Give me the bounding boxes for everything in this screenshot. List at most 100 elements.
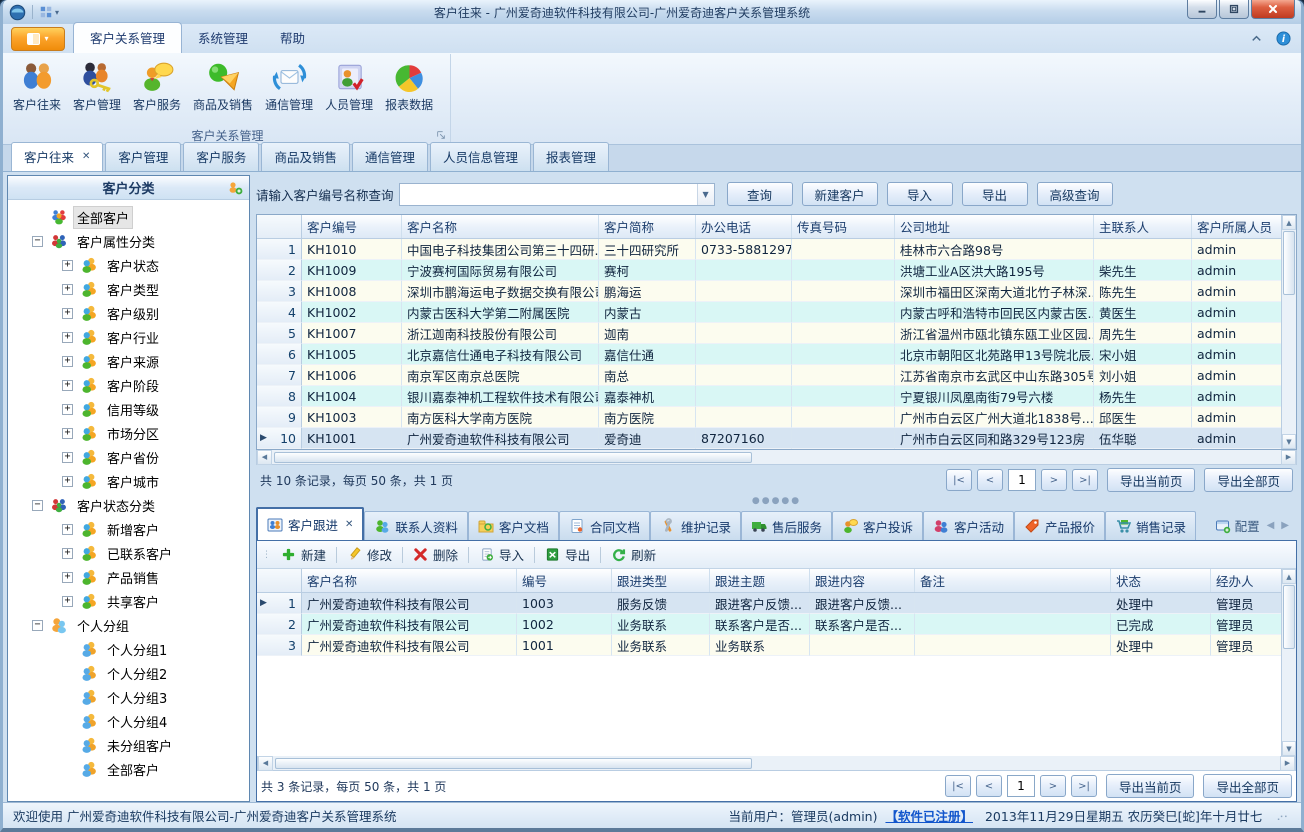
scroll-down-icon[interactable]: ▼ <box>1282 434 1296 449</box>
table-row[interactable]: ▶10KH1001广州爱奇迪软件科技有限公司爱奇迪87207160广州市白云区同… <box>257 428 1281 449</box>
tree-item-18[interactable]: 个人分组1 <box>8 637 249 661</box>
maximize-button[interactable] <box>1219 0 1249 19</box>
vertical-scrollbar[interactable]: ▲ ▼ <box>1281 215 1296 449</box>
table-row[interactable]: 6KH1005北京嘉信仕通电子科技有限公司嘉信仕通北京市朝阳区北苑路甲13号院北… <box>257 344 1281 365</box>
customer-search-combo[interactable]: ▼ <box>399 183 715 206</box>
minimize-button[interactable] <box>1187 0 1217 19</box>
scrollbar-thumb[interactable] <box>275 758 752 769</box>
scroll-up-icon[interactable]: ▲ <box>1282 215 1296 230</box>
horizontal-scrollbar[interactable]: ◀ ▶ <box>257 756 1296 771</box>
sidebar-config-icon[interactable] <box>228 180 244 196</box>
toolbar-button-0[interactable]: 新建 <box>274 543 333 566</box>
tree-item-20[interactable]: 个人分组3 <box>8 685 249 709</box>
first-page-button[interactable]: |< <box>946 469 972 491</box>
splitter-handle[interactable]: ●●●●● <box>256 495 1297 507</box>
expander-plus-icon[interactable]: + <box>62 308 73 319</box>
expander-plus-icon[interactable]: + <box>62 572 73 583</box>
detail-tab-5[interactable]: 售后服务 <box>741 511 832 540</box>
tree-item-17[interactable]: −个人分组 <box>8 613 249 637</box>
export-current-page-button[interactable]: 导出当前页 <box>1107 468 1196 492</box>
tree-item-14[interactable]: +已联系客户 <box>8 541 249 565</box>
ribbon-tab-1[interactable]: 系统管理 <box>182 23 264 53</box>
collapse-ribbon-icon[interactable] <box>1249 31 1264 46</box>
ribbon-button-0[interactable]: 客户往来 <box>7 58 67 115</box>
tree-item-21[interactable]: 个人分组4 <box>8 709 249 733</box>
tree-item-1[interactable]: −客户属性分类 <box>8 229 249 253</box>
expander-plus-icon[interactable]: + <box>62 260 73 271</box>
vertical-scrollbar[interactable]: ▲ ▼ <box>1281 569 1296 756</box>
last-page-button[interactable]: >| <box>1071 775 1097 797</box>
tree-item-4[interactable]: +客户级别 <box>8 301 249 325</box>
first-page-button[interactable]: |< <box>945 775 971 797</box>
detail-tab-1[interactable]: 联系人资料 <box>364 511 468 540</box>
ribbon-button-1[interactable]: 客户管理 <box>67 58 127 115</box>
ribbon-button-5[interactable]: 人员管理 <box>319 58 379 115</box>
table-row[interactable]: 3广州爱奇迪软件科技有限公司1001业务联系业务联系处理中管理员 <box>257 635 1281 656</box>
tree-item-16[interactable]: +共享客户 <box>8 589 249 613</box>
tree-item-11[interactable]: +客户城市 <box>8 469 249 493</box>
prev-page-button[interactable]: < <box>976 775 1002 797</box>
detail-tab-4[interactable]: 维护记录 <box>650 511 741 540</box>
detail-tab-8[interactable]: 产品报价 <box>1014 511 1105 540</box>
table-row[interactable]: 3KH1008深圳市鹏海运电子数据交换有限公司鹏海运深圳市福田区深南大道北竹子林… <box>257 281 1281 302</box>
customer-search-input[interactable] <box>400 184 697 205</box>
table-row[interactable]: 8KH1004银川嘉泰神机工程软件技术有限公司嘉泰神机宁夏银川凤凰南街79号六楼… <box>257 386 1281 407</box>
expander-plus-icon[interactable]: + <box>62 332 73 343</box>
help-icon[interactable]: i <box>1276 31 1291 46</box>
resize-grip[interactable]: ⡠⠄ <box>1276 810 1291 821</box>
detail-tab-0[interactable]: 客户跟进✕ <box>256 507 364 540</box>
tree-item-6[interactable]: +客户来源 <box>8 349 249 373</box>
tree-item-5[interactable]: +客户行业 <box>8 325 249 349</box>
action-button-0[interactable]: 查询 <box>727 182 793 206</box>
last-page-button[interactable]: >| <box>1072 469 1098 491</box>
ribbon-button-4[interactable]: 通信管理 <box>259 58 319 115</box>
table-row[interactable]: 9KH1003南方医科大学南方医院南方医院广州市白云区广州大道北1838号...… <box>257 407 1281 428</box>
toolbar-button-3[interactable]: 导入 <box>472 543 531 566</box>
expander-plus-icon[interactable]: + <box>62 476 73 487</box>
table-row[interactable]: 7KH1006南京军区南京总医院南总江苏省南京市玄武区中山东路305号刘小姐ad… <box>257 365 1281 386</box>
export-all-pages-button[interactable]: 导出全部页 <box>1204 468 1293 492</box>
toolbar-button-1[interactable]: 修改 <box>340 543 399 566</box>
tree-item-2[interactable]: +客户状态 <box>8 253 249 277</box>
doc-tab-2[interactable]: 客户服务 <box>183 142 259 171</box>
next-page-button[interactable]: > <box>1041 469 1067 491</box>
expander-minus-icon[interactable]: − <box>32 236 43 247</box>
app-menu-button[interactable]: ▾ <box>11 27 65 51</box>
detail-tab-6[interactable]: 客户投诉 <box>832 511 923 540</box>
ribbon-button-3[interactable]: 商品及销售 <box>187 58 259 115</box>
scroll-right-icon[interactable]: ▶ <box>1280 756 1295 771</box>
action-button-3[interactable]: 导出 <box>962 182 1028 206</box>
tab-scroll-right-icon[interactable]: ▶ <box>1281 520 1289 531</box>
dialog-launcher-icon[interactable] <box>436 130 446 140</box>
doc-tab-0[interactable]: 客户往来✕ <box>11 142 103 171</box>
close-tab-icon[interactable]: ✕ <box>345 519 353 530</box>
doc-tab-6[interactable]: 报表管理 <box>533 142 609 171</box>
detail-tab-3[interactable]: 合同文档 <box>559 511 650 540</box>
toolbar-button-4[interactable]: 导出 <box>538 543 597 566</box>
detail-tab-7[interactable]: 客户活动 <box>923 511 1014 540</box>
tree-item-15[interactable]: +产品销售 <box>8 565 249 589</box>
table-row[interactable]: 2广州爱奇迪软件科技有限公司1002业务联系联系客户是否...联系客户是否...… <box>257 614 1281 635</box>
doc-tab-5[interactable]: 人员信息管理 <box>430 142 531 171</box>
expander-plus-icon[interactable]: + <box>62 524 73 535</box>
expander-minus-icon[interactable]: − <box>32 620 43 631</box>
tree-item-22[interactable]: 未分组客户 <box>8 733 249 757</box>
detail-tab-9[interactable]: 销售记录 <box>1105 511 1196 540</box>
action-button-4[interactable]: 高级查询 <box>1037 182 1113 206</box>
table-row[interactable]: ▶1广州爱奇迪软件科技有限公司1003服务反馈跟进客户反馈...跟进客户反馈..… <box>257 593 1281 614</box>
export-all-pages-button[interactable]: 导出全部页 <box>1203 774 1292 798</box>
registered-link[interactable]: 【软件已注册】 <box>885 806 973 825</box>
tree-item-8[interactable]: +信用等级 <box>8 397 249 421</box>
export-current-page-button[interactable]: 导出当前页 <box>1106 774 1195 798</box>
action-button-2[interactable]: 导入 <box>887 182 953 206</box>
prev-page-button[interactable]: < <box>977 469 1003 491</box>
horizontal-scrollbar[interactable]: ◀ ▶ <box>256 450 1297 465</box>
tree-item-23[interactable]: 全部客户 <box>8 757 249 781</box>
tree-item-13[interactable]: +新增客户 <box>8 517 249 541</box>
scroll-down-icon[interactable]: ▼ <box>1282 741 1296 756</box>
table-row[interactable]: 2KH1009宁波赛柯国际贸易有限公司赛柯洪塘工业A区洪大路195号柴先生adm… <box>257 260 1281 281</box>
scroll-up-icon[interactable]: ▲ <box>1282 569 1296 584</box>
combo-dropdown-icon[interactable]: ▼ <box>697 184 714 205</box>
ribbon-button-2[interactable]: 客户服务 <box>127 58 187 115</box>
expander-plus-icon[interactable]: + <box>62 596 73 607</box>
